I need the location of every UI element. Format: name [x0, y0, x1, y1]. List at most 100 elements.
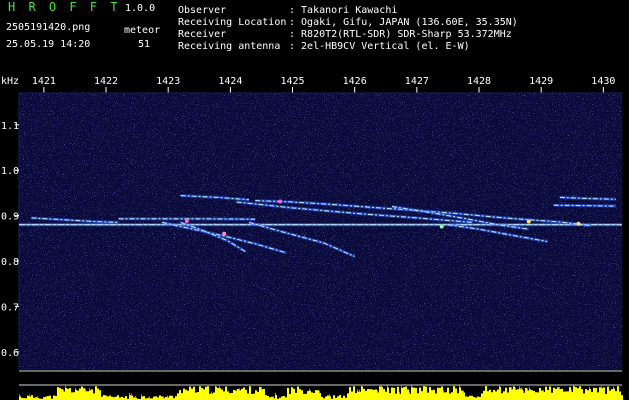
strength-bar — [215, 386, 217, 400]
strength-bar — [367, 389, 369, 400]
strength-bar — [103, 395, 105, 400]
strength-bar-tip — [519, 386, 520, 389]
strength-bar — [593, 387, 595, 400]
strength-bar — [57, 387, 59, 400]
strength-bar-tip — [131, 393, 132, 396]
strength-bar — [589, 388, 591, 400]
strength-bar — [495, 391, 497, 400]
strength-bar — [379, 386, 381, 400]
strength-bar — [585, 389, 587, 400]
strength-bar — [393, 387, 395, 400]
strength-bar — [511, 389, 513, 400]
strength-bar — [419, 387, 421, 400]
strength-bar-tip — [589, 386, 590, 389]
strength-bar — [109, 395, 111, 400]
strength-bar — [487, 391, 489, 400]
strength-bar — [489, 389, 491, 400]
strength-bar — [129, 395, 131, 400]
strength-bar — [197, 392, 199, 400]
strength-bar-tip — [141, 394, 142, 397]
strength-bar — [193, 386, 195, 400]
strength-bar-tip — [387, 385, 388, 388]
strength-bar — [19, 396, 21, 400]
strength-bar — [305, 393, 307, 400]
strength-bar — [381, 387, 383, 400]
strength-bar — [575, 387, 577, 400]
strength-bar — [343, 395, 345, 400]
strength-bar — [317, 390, 319, 400]
strength-bar — [233, 389, 235, 400]
strength-bar — [239, 390, 241, 400]
info-value-location: : Ogaki, Gifu, JAPAN (136.60E, 35.35N) — [289, 17, 518, 28]
y-tick-label: 1.1 — [1, 121, 19, 132]
strength-bar-tip — [273, 396, 274, 399]
strength-bar — [545, 386, 547, 400]
strength-bar — [101, 396, 103, 400]
strength-bar — [527, 390, 529, 400]
strength-bar — [461, 390, 463, 400]
x-tick-label: 1428 — [467, 76, 491, 87]
strength-bar — [315, 390, 317, 400]
strength-bar — [465, 396, 467, 400]
strength-bar — [369, 389, 371, 400]
strength-bar — [427, 392, 429, 400]
strength-bar — [437, 387, 439, 400]
strength-bar — [505, 387, 507, 400]
strength-bar — [407, 389, 409, 400]
strength-bar — [561, 388, 563, 400]
strength-bar — [245, 389, 247, 400]
strength-bar — [347, 393, 349, 400]
strength-bar-tip — [515, 387, 516, 390]
strength-bar — [411, 387, 413, 400]
strength-bar — [71, 392, 73, 400]
strength-bar — [217, 388, 219, 400]
info-value-observer: : Takanori Kawachi — [289, 5, 398, 16]
file-name: 2505191420.png — [6, 22, 91, 33]
signal-highlight — [576, 221, 581, 226]
strength-bar-tip — [75, 387, 76, 390]
strength-bar — [389, 393, 391, 400]
strength-bar — [97, 388, 99, 400]
y-tick-label: 0.6 — [1, 348, 19, 359]
strength-bar — [79, 388, 81, 400]
strength-bar — [445, 392, 447, 400]
strength-bar-tip — [543, 390, 544, 393]
strength-bar — [265, 395, 267, 400]
strength-bar — [559, 389, 561, 400]
strength-bar-tip — [37, 395, 38, 398]
strength-bar — [213, 392, 215, 400]
strength-bar — [201, 388, 203, 400]
strength-bar — [425, 386, 427, 400]
strength-bar — [259, 386, 261, 400]
strength-bar — [73, 392, 75, 400]
strength-bar — [61, 389, 63, 400]
strength-bar-tip — [65, 385, 66, 388]
app-name: H R O F F T — [8, 0, 121, 14]
strength-bar — [435, 393, 437, 400]
strength-bar — [423, 386, 425, 400]
strength-bar — [209, 393, 211, 400]
strength-bar-tip — [601, 386, 602, 389]
strength-bar — [221, 389, 223, 400]
y-tick-label: 0.7 — [1, 302, 19, 313]
strength-bar — [329, 396, 331, 400]
strength-bar-tip — [521, 387, 522, 390]
strength-bar — [357, 391, 359, 400]
strength-bar — [49, 395, 51, 400]
strength-bar — [309, 390, 311, 400]
strength-bar-tip — [573, 384, 574, 387]
strength-bar — [471, 395, 473, 400]
strength-bar — [605, 393, 607, 400]
strength-bar-tip — [511, 387, 512, 390]
strength-bar — [267, 396, 269, 400]
strength-bar — [195, 392, 197, 400]
strength-bar — [383, 389, 385, 400]
strength-bar — [399, 393, 401, 400]
strength-bar — [237, 388, 239, 400]
strength-bar — [609, 390, 611, 400]
strength-bar — [99, 390, 101, 400]
strength-bar — [439, 387, 441, 400]
strength-bar — [333, 395, 335, 400]
strength-bar — [523, 392, 525, 400]
strength-bar — [515, 389, 517, 400]
